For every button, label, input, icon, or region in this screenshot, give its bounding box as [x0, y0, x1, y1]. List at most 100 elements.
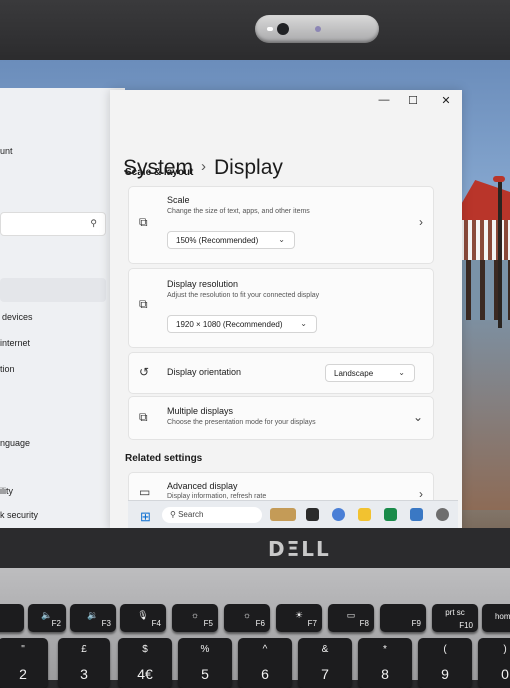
scale-icon: ⧉ [139, 215, 148, 229]
key-5[interactable]: % 5 [178, 638, 232, 688]
scale-layout-heading: Scale & layout [125, 167, 194, 178]
nav-account-label[interactable]: unt [0, 146, 13, 156]
chevron-right-icon: › [201, 158, 207, 175]
store-icon[interactable] [410, 508, 423, 521]
copilot-icon[interactable] [332, 508, 345, 521]
key-9-symbol: ( [443, 644, 447, 655]
key-f8[interactable]: ▭ F8 [328, 604, 374, 632]
resolution-value: 1920 × 1080 (Recommended) [176, 320, 283, 329]
file-explorer-icon[interactable] [358, 508, 371, 521]
edge-icon[interactable] [384, 508, 397, 521]
close-button[interactable]: ✕ [436, 94, 456, 107]
keyboard-deck: 🔈 F2 🔉 F3 🎙 F4 ☼ F5 ☼ F6 ☀ F7 ▭ F8 F9 pr… [0, 568, 510, 688]
orientation-dropdown[interactable]: Landscape ⌄ [325, 364, 415, 382]
key-f3-label: F3 [101, 619, 111, 628]
monitor-icon: ▭ [139, 485, 151, 499]
key-f6-label: F6 [255, 619, 265, 628]
wallpaper-lamp-head [493, 176, 505, 182]
bottom-bezel [0, 528, 510, 568]
search-icon: ⚲ [170, 510, 176, 519]
nav-item-system-selected[interactable] [0, 278, 106, 302]
chevron-down-icon: ⌄ [300, 319, 307, 328]
key-f4-label: F4 [151, 619, 161, 628]
nav-item-internet[interactable]: internet [0, 338, 30, 348]
scale-card[interactable]: ⧉ Scale Change the size of text, apps, a… [128, 186, 434, 264]
key-2-symbol: " [21, 644, 25, 655]
key-f6[interactable]: ☼ F6 [224, 604, 270, 632]
multiple-displays-title: Multiple displays [167, 406, 234, 416]
resolution-subtitle: Adjust the resolution to fit your connec… [167, 292, 320, 299]
key-f5-label: F5 [203, 619, 213, 628]
key-f2[interactable]: 🔈 F2 [28, 604, 66, 632]
key-f7-label: F7 [307, 619, 317, 628]
nav-item-devices[interactable]: devices [2, 312, 33, 322]
chevron-right-icon: › [419, 215, 423, 229]
windows-start-icon[interactable]: ⊞ [140, 509, 151, 525]
related-settings-heading: Related settings [125, 453, 203, 464]
key-0-symbol: ) [503, 644, 507, 655]
resolution-title: Display resolution [167, 279, 239, 289]
key-f1[interactable] [0, 604, 24, 632]
key-0[interactable]: ) 0 [478, 638, 510, 688]
scale-dropdown[interactable]: 150% (Recommended) ⌄ [167, 231, 295, 249]
multiple-displays-icon: ⧉ [139, 410, 148, 424]
key-7-symbol: & [321, 644, 329, 655]
minimize-button[interactable]: — [374, 94, 394, 106]
news-widget-icon[interactable] [270, 508, 296, 521]
display-resolution-card: ⧉ Display resolution Adjust the resoluti… [128, 268, 434, 348]
scale-subtitle: Change the size of text, apps, and other… [167, 208, 310, 215]
task-view-icon[interactable] [306, 508, 319, 521]
multiple-displays-card[interactable]: ⧉ Multiple displays Choose the presentat… [128, 396, 434, 440]
key-7[interactable]: & 7 [298, 638, 352, 688]
key-f4[interactable]: 🎙 F4 [120, 604, 166, 632]
key-8[interactable]: * 8 [358, 638, 412, 688]
nav-item-privacy-security[interactable]: k security [0, 510, 38, 520]
chevron-down-icon: ⌄ [412, 410, 423, 424]
key-f9[interactable]: F9 [380, 604, 426, 632]
nav-item-accessibility[interactable]: ility [0, 486, 13, 496]
key-prtsc[interactable]: prt sc F10 [432, 604, 478, 632]
key-f5[interactable]: ☼ F5 [172, 604, 218, 632]
resolution-icon: ⧉ [139, 297, 148, 311]
key-3[interactable]: £ 3 [58, 638, 110, 688]
key-f7[interactable]: ☀ F7 [276, 604, 322, 632]
key-8-symbol: * [383, 644, 387, 655]
webcam-shutter [255, 15, 379, 43]
key-2[interactable]: " 2 [0, 638, 48, 688]
resolution-dropdown[interactable]: 1920 × 1080 (Recommended) ⌄ [167, 315, 317, 333]
nav-item-language[interactable]: nguage [0, 438, 30, 448]
advanced-display-title: Advanced display [167, 481, 238, 491]
key-9[interactable]: ( 9 [418, 638, 472, 688]
key-f10-label: F10 [459, 621, 473, 630]
key-6-symbol: ^ [262, 644, 268, 655]
scale-title: Scale [167, 195, 190, 205]
key-4[interactable]: $ 4€ [118, 638, 172, 688]
chevron-down-icon: ⌄ [278, 235, 285, 244]
page-title: Display [214, 156, 283, 179]
chevron-down-icon: ⌄ [398, 368, 405, 377]
dell-logo: DΞLL [268, 537, 331, 561]
webcam-light [267, 27, 273, 31]
settings-gear-icon[interactable] [436, 508, 449, 521]
display-settings-window: — ☐ ✕ System › Display Scale & layout ⧉ Sc… [110, 90, 462, 530]
nav-item-personalization[interactable]: tion [0, 364, 15, 374]
key-f2-label: F2 [51, 619, 61, 628]
orientation-value: Landscape [334, 369, 374, 378]
key-f9-label: F9 [411, 619, 421, 628]
key-3-symbol: £ [81, 644, 87, 655]
display-orientation-card: ↺ Display orientation Landscape ⌄ [128, 352, 434, 394]
search-icon: ⚲ [90, 218, 97, 228]
key-6[interactable]: ^ 6 [238, 638, 292, 688]
maximize-button[interactable]: ☐ [403, 94, 423, 107]
taskbar-search-box[interactable]: ⚲ Search [162, 507, 262, 523]
key-f3[interactable]: 🔉 F3 [70, 604, 116, 632]
screen: unt ⚲ devices internet tion nguage ility… [0, 60, 510, 530]
key-home-label: home [494, 612, 510, 621]
scale-value: 150% (Recommended) [176, 236, 259, 245]
key-f8-label: F8 [359, 619, 369, 628]
taskbar-search-placeholder: Search [178, 510, 204, 519]
find-setting-search[interactable]: ⚲ [0, 212, 106, 236]
multiple-displays-subtitle: Choose the presentation mode for your di… [167, 419, 316, 426]
webcam-lens [277, 23, 289, 35]
key-home[interactable]: home [482, 604, 510, 632]
